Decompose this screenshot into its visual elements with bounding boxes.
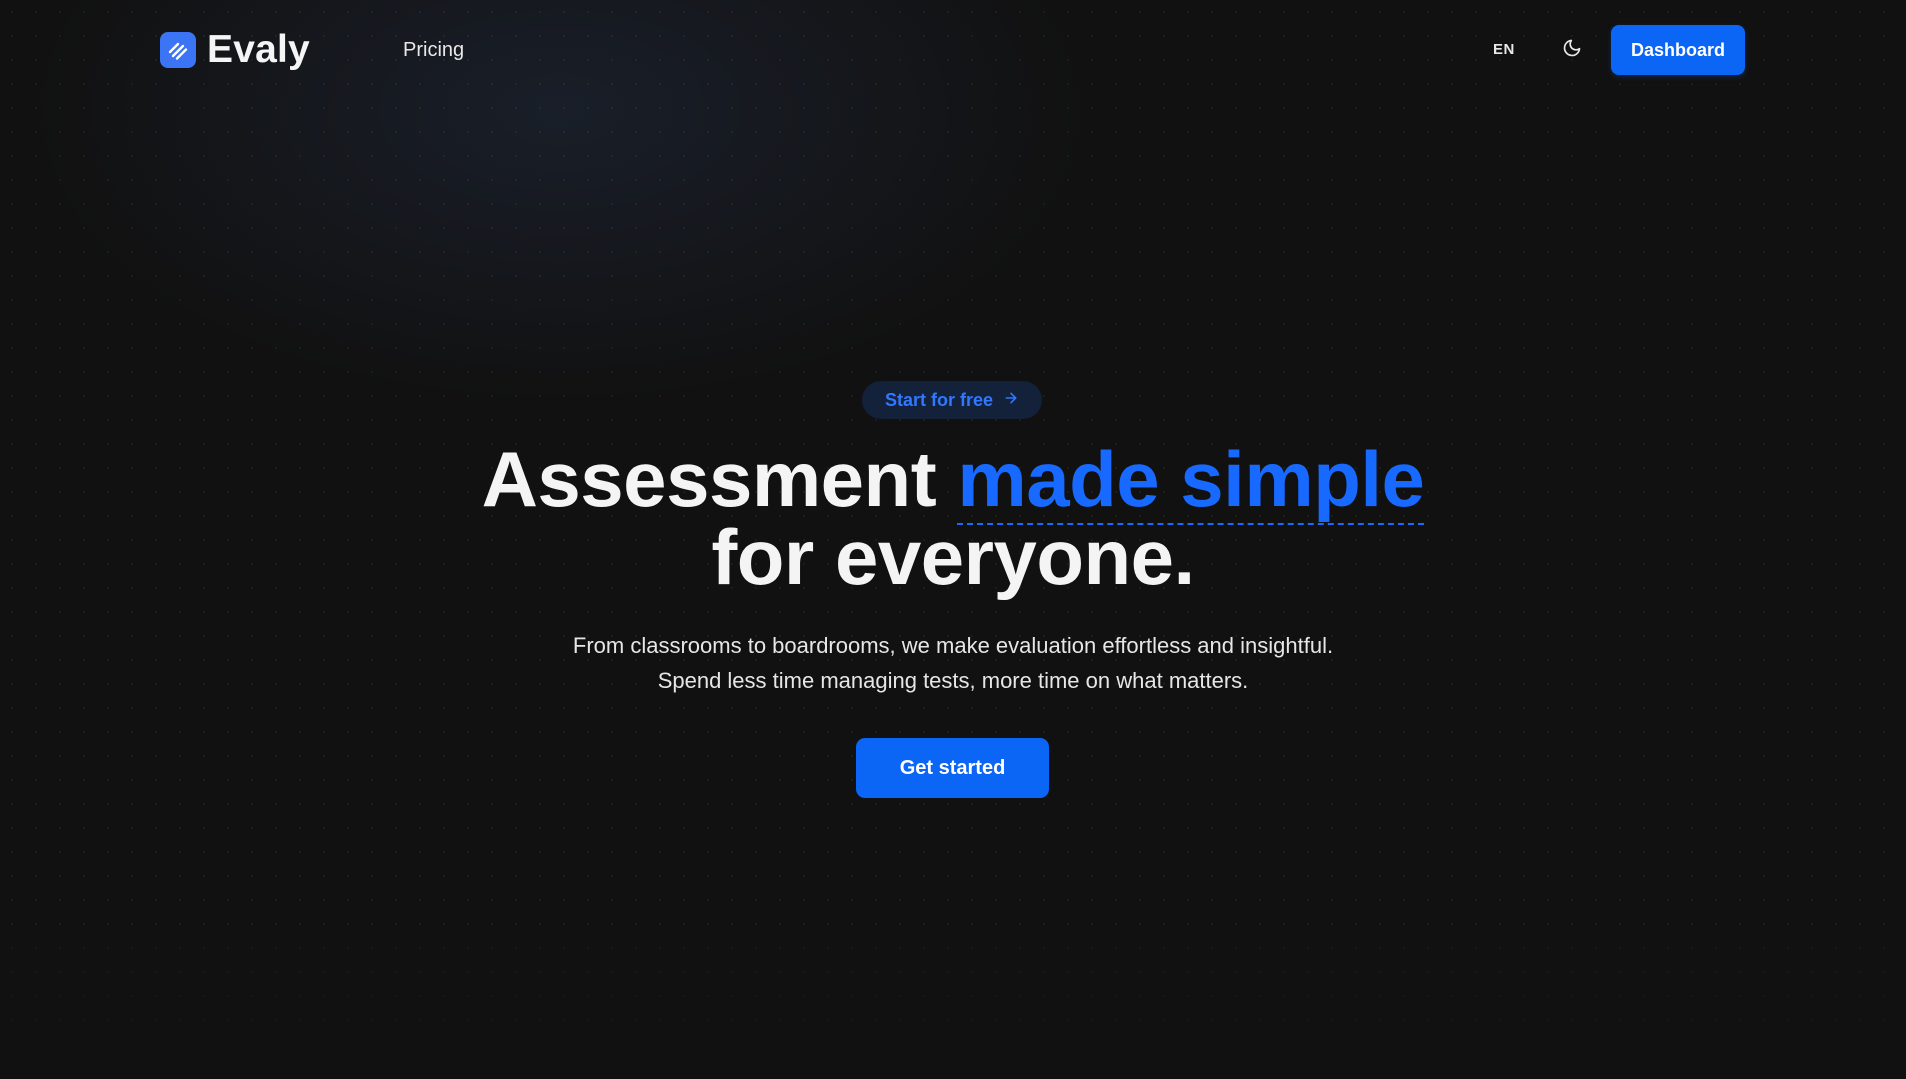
description-line1: From classrooms to boardrooms, we make e… xyxy=(572,633,1334,658)
nav-link-pricing[interactable]: Pricing xyxy=(403,38,464,62)
bottom-fade xyxy=(0,919,1906,1079)
evaly-logo-icon xyxy=(160,32,196,68)
arrow-right-icon xyxy=(1003,390,1019,411)
moon-icon xyxy=(1562,38,1582,63)
description-line2: Spend less time managing tests, more tim… xyxy=(657,668,1249,693)
start-for-free-link[interactable]: Start for free xyxy=(862,381,1042,419)
get-started-button[interactable]: Get started xyxy=(856,738,1049,798)
pill-label: Start for free xyxy=(884,389,994,410)
landing-page: Evaly Pricing EN Dashboard Start for fre… xyxy=(0,0,1906,1079)
headline-part1: Assessment xyxy=(481,435,958,523)
theme-toggle-button[interactable] xyxy=(1558,36,1586,64)
language-switcher[interactable]: EN xyxy=(1493,40,1515,60)
top-navigation: Evaly Pricing EN Dashboard xyxy=(0,0,1906,100)
brand-name: Evaly xyxy=(207,28,310,71)
hero-description: From classrooms to boardrooms, we make e… xyxy=(0,628,1906,698)
headline-accent: made simple xyxy=(957,435,1425,525)
brand-link[interactable]: Evaly xyxy=(160,30,310,70)
hero-headline: Assessment made simple for everyone. xyxy=(0,435,1906,596)
headline-line2: for everyone. xyxy=(711,513,1195,601)
dashboard-button[interactable]: Dashboard xyxy=(1611,25,1745,75)
